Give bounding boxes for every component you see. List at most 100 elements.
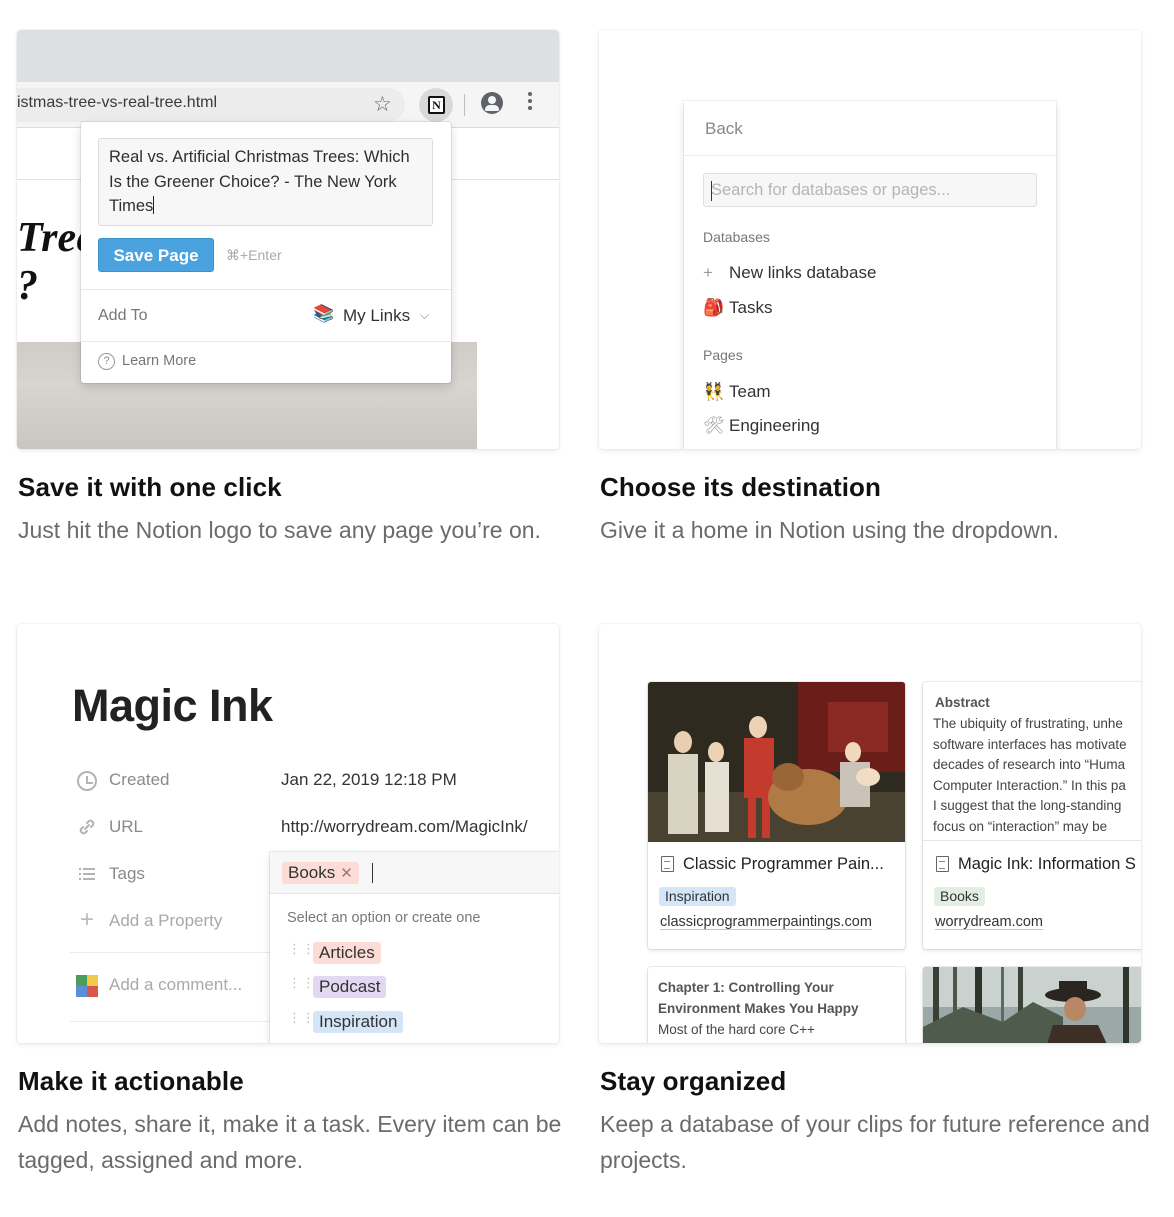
learn-more-link[interactable]: Learn More [122, 353, 196, 369]
gallery-card-title: Magic Ink: Information S [958, 855, 1136, 873]
address-bar-url: istmas-tree-vs-real-tree.html [17, 94, 218, 111]
destination-dropdown[interactable]: My Links [343, 306, 410, 326]
database-item-new-links[interactable]: + New links database [703, 263, 876, 283]
gallery-card-painting[interactable]: Classic Programmer Pain... Inspiration c… [648, 682, 905, 949]
forest-thumbnail [923, 967, 1141, 1043]
page-item-team[interactable]: 👯 Team [703, 382, 771, 402]
drag-handle-icon[interactable]: ⋮⋮ [288, 1011, 315, 1029]
caption-desc-3: Add notes, share it, make it a task. Eve… [18, 1111, 562, 1173]
tag-option-podcast[interactable]: Podcast [313, 976, 387, 998]
comment-divider [70, 1021, 280, 1022]
bookmark-star-icon[interactable]: ☆ [373, 92, 392, 117]
drag-handle-icon[interactable]: ⋮⋮ [288, 976, 315, 994]
plus-icon: + [703, 263, 713, 282]
chapter-heading: Chapter 1: Controlling Your [658, 980, 834, 995]
panel-divider [684, 155, 1056, 156]
abstract-line: Computer Interaction.” In this pa [933, 777, 1126, 793]
gallery-card-forest[interactable] [923, 967, 1141, 1043]
page-icon [936, 856, 949, 872]
profile-avatar-icon[interactable] [481, 92, 503, 114]
properties-divider [70, 952, 280, 953]
text-caret [372, 863, 373, 883]
web-clipper-popup: Real vs. Artificial Christmas Trees: Whi… [81, 122, 451, 383]
notion-logo-icon: N [428, 96, 445, 114]
page-item-engineering[interactable]: 🛠 Engineering [703, 416, 820, 436]
created-label: Created [109, 770, 170, 789]
link-icon [77, 817, 97, 837]
abstract-line: software interfaces has motivate [933, 736, 1127, 752]
popup-divider [81, 341, 451, 342]
database-item-tasks[interactable]: 🎒 Tasks [703, 298, 772, 318]
destination-panel: Back Databases +New links database 🎒Task… [684, 101, 1056, 449]
gallery-card-link[interactable]: classicprogrammerpaintings.com [660, 914, 872, 930]
tag-hint: Select an option or create one [287, 910, 481, 926]
selected-tag-chip: Books ✕ [282, 862, 359, 884]
add-comment-input[interactable]: Add a comment... [109, 975, 242, 995]
painting-thumbnail [648, 682, 905, 842]
tag-select-popup: Books ✕ Select an option or create one ⋮⋮… [270, 852, 559, 1043]
books-icon: 📚 [313, 304, 335, 323]
gallery-card-link[interactable]: worrydream.com [935, 914, 1043, 930]
chapter-excerpt: Most of the hard core C++ [658, 1022, 815, 1037]
save-page-button[interactable]: Save Page [98, 238, 214, 272]
destination-search-input[interactable] [704, 174, 1036, 206]
dancers-icon: 👯 [703, 382, 725, 401]
destination-search[interactable] [703, 173, 1037, 207]
user-avatar-icon [76, 975, 98, 997]
add-property-button[interactable]: Add a Property [109, 911, 222, 931]
pages-section-label: Pages [703, 347, 743, 363]
plus-icon: + [79, 906, 94, 933]
card-divider [923, 840, 1141, 841]
caption-desc-2: Give it a home in Notion using the dropd… [600, 517, 1059, 543]
gallery-card-tag: Inspiration [659, 887, 736, 906]
caption-desc-4: Keep a database of your clips for future… [600, 1111, 1150, 1173]
abstract-line: I suggest that the long-standing [933, 798, 1122, 814]
tags-label: Tags [109, 864, 145, 883]
caption-title-1: Save it with one click [18, 472, 282, 502]
choose-destination-card: Back Databases +New links database 🎒Task… [599, 30, 1141, 449]
abstract-line: decades of research into “Huma [933, 757, 1126, 773]
page-icon [661, 856, 674, 872]
gallery-card-chapter[interactable]: Chapter 1: Controlling Your Environment … [648, 967, 905, 1043]
created-value: Jan 22, 2019 12:18 PM [281, 770, 457, 789]
chapter-heading: Environment Makes You Happy [658, 1001, 859, 1016]
toolbar-divider [464, 94, 465, 116]
popup-divider [81, 289, 451, 290]
chevron-down-icon[interactable]: ⌵ [420, 308, 429, 323]
gallery-card-tag: Books [934, 887, 985, 906]
page-title-textarea[interactable]: Real vs. Artificial Christmas Trees: Whi… [98, 138, 433, 226]
caption-title-4: Stay organized [600, 1066, 787, 1096]
gallery-card-title: Classic Programmer Pain... [683, 855, 884, 873]
abstract-heading: Abstract [935, 695, 990, 710]
abstract-line: focus on “interaction” may be [933, 819, 1108, 834]
tag-option-inspiration[interactable]: Inspiration [313, 1011, 404, 1033]
browser-tab-strip [17, 30, 559, 82]
make-actionable-card: Magic Ink Created Jan 22, 2019 12:18 PM … [17, 624, 559, 1043]
gallery-card-magic-ink[interactable]: Abstract The ubiquity of frustrating, un… [923, 682, 1141, 949]
list-icon [77, 864, 97, 884]
help-icon[interactable]: ? [98, 353, 115, 370]
abstract-line: The ubiquity of frustrating, unhe [933, 716, 1123, 731]
url-value[interactable]: http://worrydream.com/MagicInk/ [281, 817, 528, 837]
notion-extension-button[interactable]: N [419, 88, 453, 122]
tag-input[interactable]: Books ✕ [270, 852, 559, 894]
remove-tag-icon[interactable]: ✕ [340, 865, 353, 882]
save-shortcut-hint: ⌘+Enter [226, 247, 282, 263]
more-menu-icon[interactable] [528, 92, 532, 114]
url-label: URL [109, 817, 144, 836]
caption-desc-1: Just hit the Notion logo to save any pag… [18, 517, 541, 543]
caption-title-3: Make it actionable [18, 1066, 244, 1096]
add-to-label: Add To [98, 307, 148, 324]
back-button[interactable]: Back [705, 119, 743, 139]
page-title: Magic Ink [72, 680, 273, 731]
text-caret [711, 181, 712, 201]
stay-organized-card: Classic Programmer Pain... Inspiration c… [599, 624, 1141, 1043]
backpack-icon: 🎒 [703, 298, 725, 317]
clock-icon [77, 771, 97, 791]
tools-icon: 🛠 [703, 416, 725, 435]
caption-title-2: Choose its destination [600, 472, 882, 502]
save-one-click-card: istmas-tree-vs-real-tree.html ☆ N Tree ?… [17, 30, 559, 449]
tag-option-articles[interactable]: Articles [313, 942, 381, 964]
databases-section-label: Databases [703, 229, 770, 245]
drag-handle-icon[interactable]: ⋮⋮ [288, 942, 315, 960]
